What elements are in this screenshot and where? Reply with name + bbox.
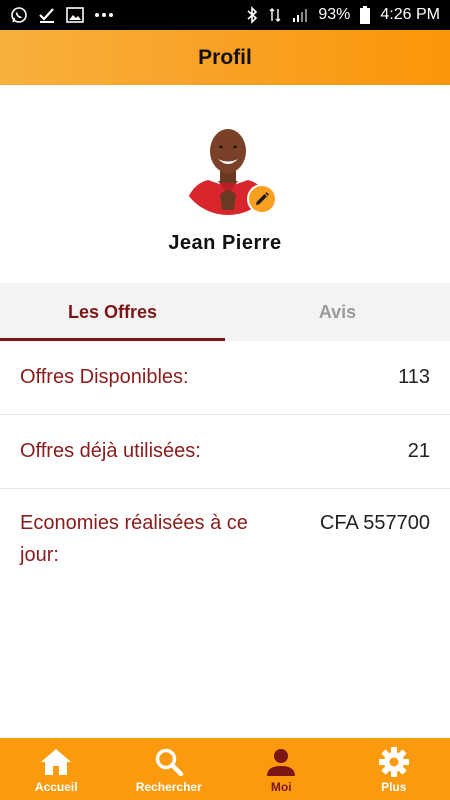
nav-label: Rechercher [135,779,202,794]
battery-percent: 93% [318,6,351,23]
avatar-container [178,115,278,215]
data-icon [268,6,282,24]
bottom-nav: Accueil Rechercher Moi Plus [0,738,450,800]
more-icon [94,12,114,18]
stat-value: 113 [398,366,430,388]
nav-accueil[interactable]: Accueil [0,738,113,800]
pencil-icon [256,192,269,205]
profile-header: Jean Pierre [0,85,450,283]
gear-icon [378,745,410,779]
nav-label: Accueil [34,779,78,794]
nav-rechercher[interactable]: Rechercher [113,738,226,800]
clock: 4:26 PM [380,6,440,23]
stat-value: 21 [407,440,430,462]
stat-label: Offres déjà utilisées: [20,440,201,462]
tab-offres[interactable]: Les Offres [0,283,225,341]
home-icon [40,745,72,779]
user-icon [266,745,296,779]
offers-stats-list: Offres Disponibles: 113 Offres déjà util… [0,341,450,589]
stat-row-savings: Economies réalisées à ce jour: CFA 55770… [0,489,450,589]
page-title: Profil [198,45,252,69]
status-bar: 93% 4:26 PM [0,0,450,30]
nav-moi[interactable]: Moi [225,738,338,800]
app-bar: Profil [0,30,450,85]
tab-offres-label: Les Offres [67,301,158,322]
stat-label: Economies réalisées à ce jour: [20,512,248,566]
search-icon [154,745,184,779]
tab-avis-label: Avis [318,301,357,322]
stat-value: CFA 557700 [319,512,430,534]
stat-label: Offres Disponibles: [20,366,189,388]
bluetooth-icon [246,6,258,24]
stat-row-used: Offres déjà utilisées: 21 [0,415,450,489]
nav-label: Plus [381,779,407,794]
battery-icon [360,6,371,24]
image-icon [66,7,84,23]
nav-plus[interactable]: Plus [338,738,450,800]
profile-name: Jean Pierre [168,232,282,254]
edit-avatar-button[interactable] [247,184,277,214]
tab-avis[interactable]: Avis [225,283,450,341]
stat-row-available: Offres Disponibles: 113 [0,341,450,415]
signal-icon [292,7,308,23]
check-icon [38,6,56,24]
nav-label: Moi [270,779,292,794]
whatsapp-icon [10,6,28,24]
tab-bar: Les Offres Avis [0,283,450,341]
